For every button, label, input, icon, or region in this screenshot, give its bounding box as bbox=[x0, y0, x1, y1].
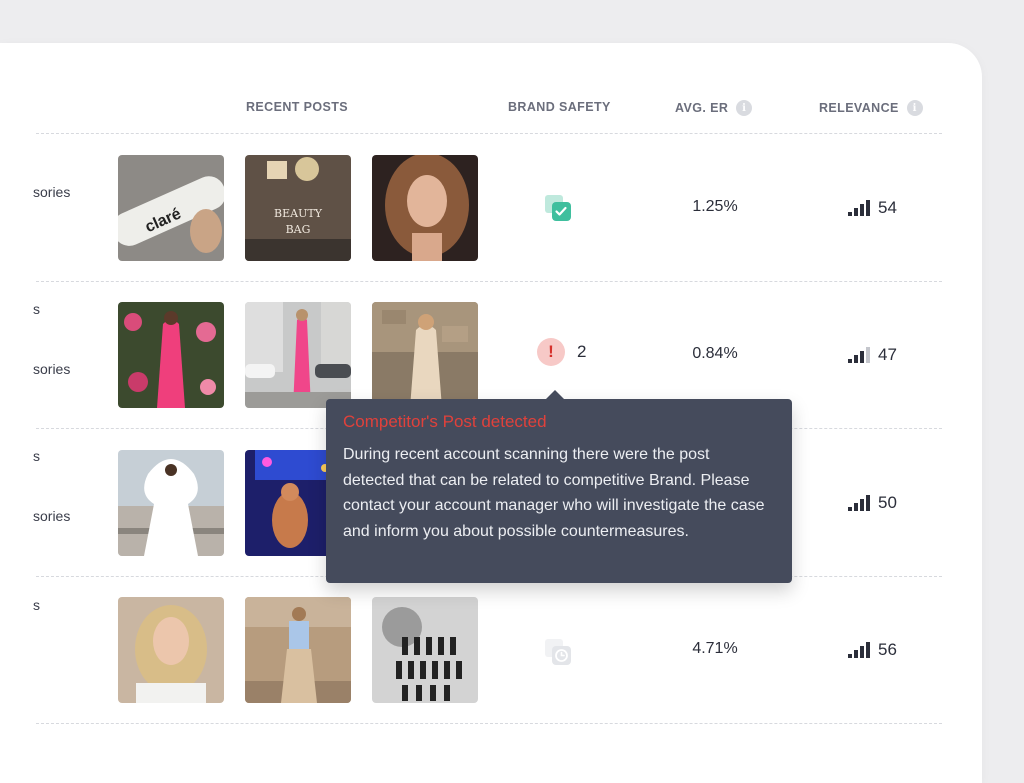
tooltip-body: During recent account scanning there wer… bbox=[343, 446, 765, 540]
relevance-bars-icon bbox=[848, 495, 870, 511]
avg-er-value: 1.25% bbox=[692, 198, 738, 215]
brand-safety-alert[interactable]: ! 2 bbox=[537, 338, 586, 366]
table-row[interactable]: sories claré BEAUTY BAG 1.25% 54 bbox=[0, 147, 982, 294]
category-label: sories bbox=[33, 508, 71, 524]
post-thumbnail[interactable] bbox=[118, 597, 224, 703]
column-header-relevance: RELEVANCE i bbox=[819, 100, 923, 116]
competitor-post-tooltip: Competitor's Post detected During recent… bbox=[326, 390, 792, 583]
post-thumbnail[interactable] bbox=[245, 302, 351, 408]
relevance-bars-icon bbox=[848, 200, 870, 216]
category-label: sories bbox=[33, 184, 71, 200]
column-header-recent-posts: RECENT POSTS bbox=[246, 100, 349, 114]
avg-er-value: 4.71% bbox=[692, 640, 738, 657]
relevance-value: 54 bbox=[878, 198, 897, 217]
brand-safety-pending-icon[interactable] bbox=[544, 637, 574, 667]
alert-icon[interactable]: ! bbox=[537, 338, 565, 366]
relevance-score: 54 bbox=[848, 198, 897, 218]
tooltip-title: Competitor's Post detected bbox=[343, 412, 547, 431]
column-header-avg-er: AVG. ER i bbox=[675, 100, 753, 116]
post-thumbnail[interactable] bbox=[372, 597, 478, 703]
post-thumbnail[interactable] bbox=[372, 155, 478, 261]
brand-safe-icon[interactable] bbox=[544, 193, 574, 223]
category-label: s bbox=[33, 301, 40, 317]
category-label: s bbox=[33, 448, 40, 464]
relevance-score: 50 bbox=[848, 493, 897, 513]
post-thumbnail[interactable] bbox=[245, 597, 351, 703]
post-thumbnail[interactable] bbox=[118, 302, 224, 408]
table-row[interactable]: s 4.71% 56 bbox=[0, 589, 982, 736]
relevance-bars-icon bbox=[848, 642, 870, 658]
category-label: sories bbox=[33, 361, 71, 377]
post-thumbnail[interactable]: claré bbox=[118, 155, 224, 261]
relevance-bars-icon bbox=[848, 347, 870, 363]
svg-text:BEAUTY: BEAUTY bbox=[274, 207, 323, 220]
relevance-value: 56 bbox=[878, 640, 897, 659]
avg-er-info-icon[interactable]: i bbox=[736, 100, 753, 116]
svg-text:BAG: BAG bbox=[286, 223, 311, 236]
relevance-value: 47 bbox=[878, 345, 897, 364]
category-label: s bbox=[33, 597, 40, 613]
post-thumbnail[interactable] bbox=[118, 450, 224, 556]
post-thumbnail[interactable]: BEAUTY BAG bbox=[245, 155, 351, 261]
alert-count: 2 bbox=[577, 342, 587, 361]
row-divider bbox=[36, 133, 942, 134]
relevance-value: 50 bbox=[878, 493, 897, 512]
avg-er-value: 0.84% bbox=[692, 345, 738, 362]
post-thumbnail[interactable] bbox=[372, 302, 478, 408]
relevance-score: 56 bbox=[848, 640, 897, 660]
relevance-score: 47 bbox=[848, 345, 897, 365]
relevance-info-icon[interactable]: i bbox=[906, 100, 923, 116]
column-header-brand-safety: BRAND SAFETY bbox=[508, 100, 611, 114]
